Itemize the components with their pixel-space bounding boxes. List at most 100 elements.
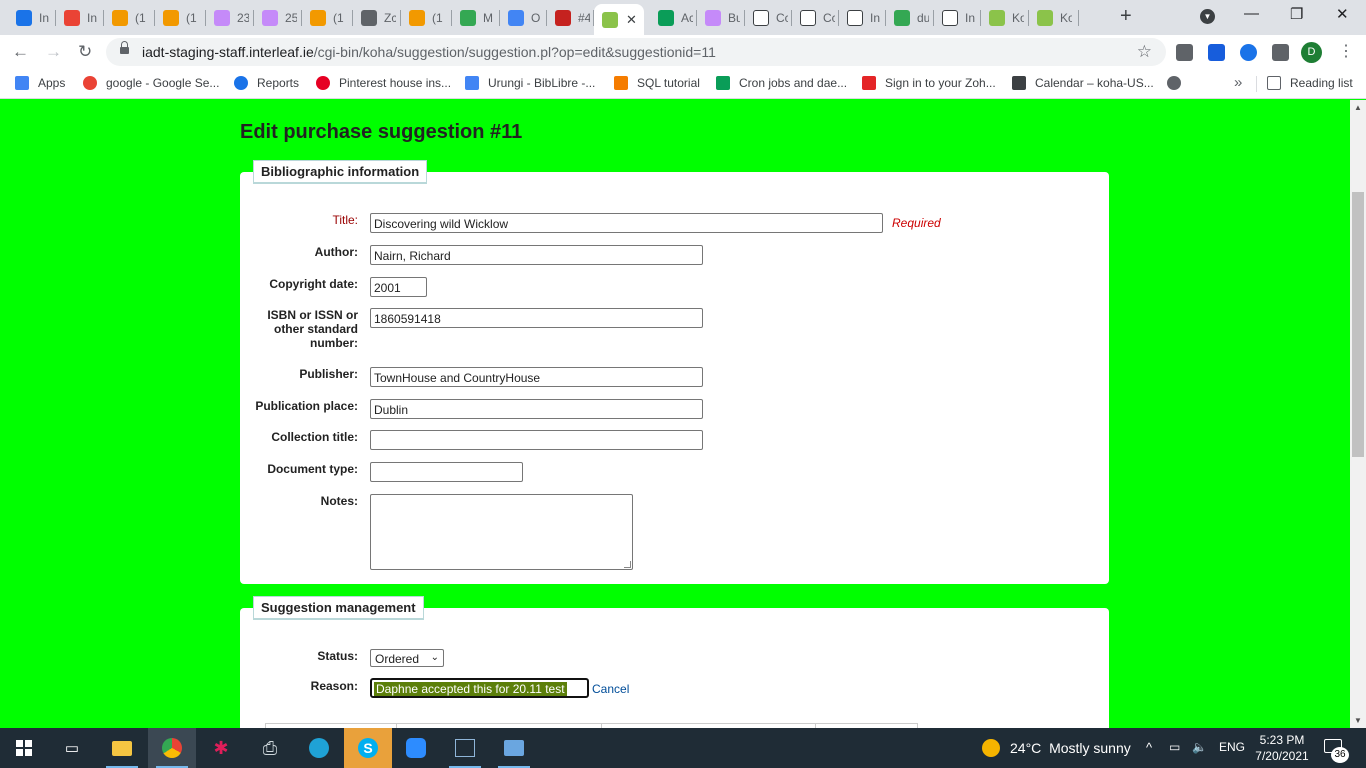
bookmark-item[interactable]: Sign in to your Zoh... (862, 76, 996, 90)
bookmark-item[interactable]: Cron jobs and dae... (716, 76, 847, 90)
weather-widget[interactable]: 24°C Mostly sunny (982, 739, 1131, 757)
edge-icon[interactable] (295, 728, 343, 768)
browser-tab[interactable]: ✕ (594, 4, 644, 35)
scroll-up-icon[interactable]: ▲ (1354, 103, 1362, 112)
koha-icon (942, 10, 958, 26)
network-icon[interactable]: ▭ (1169, 740, 1180, 754)
volume-icon[interactable]: 🔈 (1192, 740, 1207, 754)
chrome-icon[interactable] (148, 728, 196, 768)
calendar-icon (16, 10, 32, 26)
clock[interactable]: 5:23 PM 7/20/2021 (1252, 732, 1312, 764)
address-bar[interactable]: iadt-staging-staff.interleaf.ie/cgi-bin/… (106, 38, 1166, 66)
publisher-input[interactable]: TownHouse and CountryHouse (370, 367, 703, 387)
author-input[interactable]: Nairn, Richard (370, 245, 703, 265)
tab-title: 23 (237, 11, 249, 25)
reason-input[interactable]: Daphne accepted this for 20.11 test (370, 678, 589, 698)
close-tab-icon[interactable]: ✕ (626, 12, 637, 28)
bitwarden-icon[interactable] (1208, 44, 1225, 61)
browser-tab[interactable]: du (886, 6, 934, 30)
browser-tab[interactable]: Ko (981, 6, 1029, 30)
tab-title: In (39, 11, 50, 25)
copyright-date-input[interactable]: 2001 (370, 277, 427, 297)
cancel-link[interactable]: Cancel (592, 682, 629, 696)
printer-icon[interactable]: ⎙ (246, 728, 294, 768)
docs-icon (508, 10, 524, 26)
publication-place-input[interactable]: Dublin (370, 399, 703, 419)
bookmark-item[interactable]: Urungi - BibLibre -... (465, 76, 595, 90)
lock-icon[interactable] (120, 41, 129, 56)
bookmark-label: Cron jobs and dae... (739, 76, 848, 90)
reason-selected-text: Daphne accepted this for 20.11 test (374, 682, 567, 696)
extension-icon[interactable] (1240, 44, 1257, 61)
new-tab-button[interactable]: + (1120, 5, 1132, 28)
bookmark-star-icon[interactable]: ☆ (1137, 42, 1152, 62)
language-indicator[interactable]: ENG (1219, 740, 1245, 754)
bookmark-item[interactable]: SQL tutorial (614, 76, 700, 90)
file-explorer-icon[interactable] (98, 728, 146, 768)
puzzle-icon[interactable] (1272, 44, 1289, 61)
reload-icon[interactable]: ↻ (78, 42, 92, 62)
notes-textarea[interactable] (370, 494, 633, 570)
browser-tab[interactable]: In (934, 6, 981, 30)
browser-tab[interactable]: M (452, 6, 500, 30)
menu-icon[interactable]: ⋮ (1338, 41, 1354, 61)
browser-tab[interactable]: Ko (1029, 6, 1079, 30)
network-tool-icon[interactable] (441, 728, 489, 768)
title-input[interactable]: Discovering wild Wicklow (370, 213, 883, 233)
browser-tab[interactable]: (1 (401, 6, 452, 30)
windows-start-icon[interactable] (0, 728, 48, 768)
bookmark-item[interactable]: Apps (15, 76, 65, 90)
isbn-input[interactable]: 1860591418 (370, 308, 703, 328)
tray-chevron-icon[interactable]: ^ (1146, 740, 1152, 755)
koha-icon (602, 11, 618, 28)
browser-tab[interactable]: Cc (792, 6, 839, 30)
browser-tab[interactable]: In (839, 6, 886, 30)
bookmark-item[interactable] (1167, 76, 1190, 90)
browser-tab[interactable]: (1 (302, 6, 353, 30)
avatar[interactable]: D (1301, 42, 1322, 63)
page-title: Edit purchase suggestion #11 (240, 121, 523, 143)
remote-desktop-icon[interactable] (490, 728, 538, 768)
browser-tab[interactable]: Cc (745, 6, 792, 30)
browser-tab[interactable]: 23 (206, 6, 254, 30)
browser-tab[interactable]: Ac (650, 6, 697, 30)
skype-icon[interactable]: S (344, 728, 392, 768)
bookmark-item[interactable]: Reports (234, 76, 299, 90)
forward-icon[interactable]: → (45, 42, 62, 62)
task-view-icon[interactable]: ▭ (48, 728, 96, 768)
browser-tab[interactable]: #4 (547, 6, 594, 30)
back-icon[interactable]: ← (12, 42, 29, 62)
browser-tab[interactable]: Bu (697, 6, 745, 30)
bookmark-label: Pinterest house ins... (339, 76, 452, 90)
tab-search-icon[interactable]: ▼ (1200, 9, 1215, 24)
collection-title-input[interactable] (370, 430, 703, 450)
minimize-icon[interactable]: — (1244, 5, 1259, 22)
zoom-icon[interactable] (392, 728, 440, 768)
page-scrollbar[interactable]: ▲ ▼ (1350, 100, 1366, 728)
document-type-label: Document type: (267, 462, 358, 476)
scrollbar-thumb[interactable] (1352, 192, 1364, 457)
browser-tab[interactable]: (1 (155, 6, 206, 30)
close-window-icon[interactable]: ✕ (1336, 5, 1349, 23)
bookmark-item[interactable]: google - Google Se... (83, 76, 219, 90)
bookmark-item[interactable]: Calendar – koha-US... (1012, 76, 1154, 90)
url-text[interactable]: iadt-staging-staff.interleaf.ie/cgi-bin/… (142, 44, 716, 60)
browser-tab[interactable]: (1 (104, 6, 155, 30)
slack-icon[interactable]: ✱ (197, 728, 245, 768)
reading-list[interactable]: Reading list (1267, 76, 1353, 90)
browser-tab[interactable]: O (500, 6, 547, 30)
browser-tab[interactable]: Zc (353, 6, 401, 30)
more-bookmarks-icon[interactable]: » (1234, 74, 1242, 91)
suggestion-management-fieldset: Suggestion management Status: Ordered ⌄ … (240, 596, 1109, 728)
weather-text: Mostly sunny (1049, 740, 1131, 756)
browser-tab[interactable]: In (56, 6, 104, 30)
scroll-down-icon[interactable]: ▼ (1354, 716, 1362, 725)
status-select[interactable]: Ordered ⌄ (370, 649, 444, 667)
bookmark-item[interactable]: Pinterest house ins... (316, 76, 451, 90)
browser-tab[interactable]: 25 (254, 6, 302, 30)
restore-icon[interactable]: ❐ (1290, 5, 1303, 23)
document-type-input[interactable] (370, 462, 523, 482)
extension-icon[interactable] (1176, 44, 1193, 61)
tab-title: Cc (823, 11, 835, 25)
browser-tab[interactable]: In (8, 6, 56, 30)
